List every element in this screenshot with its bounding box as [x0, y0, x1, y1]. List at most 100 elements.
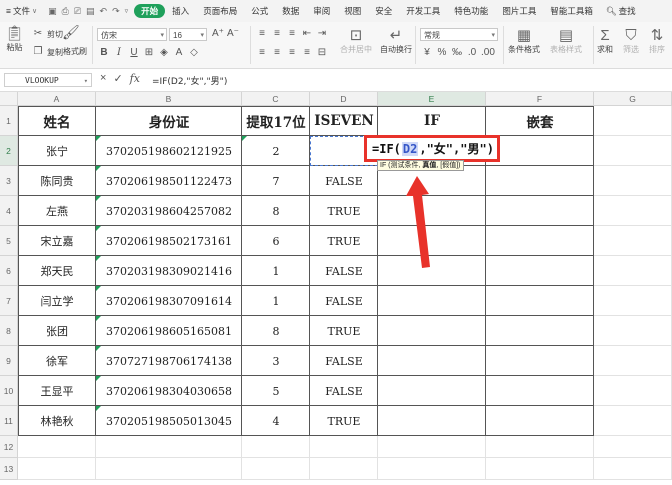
row-header-3[interactable]: 3: [0, 166, 18, 196]
align-center-icon[interactable]: ≡: [271, 47, 283, 59]
ribbon-tab[interactable]: 数据: [275, 5, 306, 17]
cell[interactable]: [96, 436, 242, 458]
table-cell[interactable]: 张宁: [18, 136, 96, 166]
clear-format-icon[interactable]: ◇: [188, 47, 200, 59]
cell[interactable]: [486, 436, 594, 458]
redo-icon[interactable]: ↷: [112, 6, 120, 17]
row-header-5[interactable]: 5: [0, 226, 18, 256]
table-cell[interactable]: 2: [242, 136, 310, 166]
formula-edit-box[interactable]: =IF(D2 ,"女","男"): [364, 135, 500, 162]
ribbon-tab[interactable]: 安全: [368, 5, 399, 17]
row-header-4[interactable]: 4: [0, 196, 18, 226]
row-header-6[interactable]: 6: [0, 256, 18, 286]
cell[interactable]: [96, 458, 242, 480]
fill-color-icon[interactable]: ◈: [158, 47, 170, 59]
paste-button[interactable]: 📋︎ 粘贴: [5, 25, 24, 53]
font-name-select[interactable]: 仿宋 ▾: [97, 28, 167, 41]
cell[interactable]: [378, 196, 486, 226]
save-icon[interactable]: ▣: [48, 6, 57, 17]
column-header-b[interactable]: B: [96, 92, 242, 106]
table-cell[interactable]: FALSE: [310, 286, 378, 316]
cell[interactable]: [310, 436, 378, 458]
cell[interactable]: [594, 458, 672, 480]
column-header-g[interactable]: G: [594, 92, 672, 106]
table-cell[interactable]: FALSE: [310, 346, 378, 376]
row-header-10[interactable]: 10: [0, 376, 18, 406]
table-cell[interactable]: FALSE: [310, 256, 378, 286]
table-cell[interactable]: 8: [242, 316, 310, 346]
currency-icon[interactable]: ¥: [421, 47, 433, 59]
cut-button[interactable]: ✂ 剪切: [32, 28, 63, 40]
cell[interactable]: [594, 196, 672, 226]
conditional-format-button[interactable]: ▦ 条件格式: [508, 27, 540, 55]
table-style-button[interactable]: ▤ 表格样式: [550, 27, 582, 55]
ribbon-tab[interactable]: 视图: [337, 5, 368, 17]
align-left-icon[interactable]: ≡: [256, 47, 268, 59]
cell[interactable]: [486, 406, 594, 436]
underline-icon[interactable]: U: [128, 47, 140, 59]
confirm-icon[interactable]: ✓: [113, 72, 122, 85]
bold-icon[interactable]: B: [98, 47, 110, 59]
ribbon-tab[interactable]: 智能工具箱: [543, 5, 600, 17]
sort-button[interactable]: ⇅ 排序: [649, 27, 665, 55]
print-icon[interactable]: ⎙: [62, 6, 69, 17]
row-header-7[interactable]: 7: [0, 286, 18, 316]
thousands-icon[interactable]: ‰: [451, 47, 463, 59]
table-cell[interactable]: 徐军: [18, 346, 96, 376]
table-cell[interactable]: 1: [242, 286, 310, 316]
table-cell[interactable]: 4: [242, 406, 310, 436]
ribbon-tab[interactable]: 图片工具: [495, 5, 543, 17]
formula-input[interactable]: =IF(D2,"女","男"): [152, 74, 227, 87]
cell[interactable]: [486, 316, 594, 346]
number-format-select[interactable]: 常规 ▾: [420, 28, 498, 41]
wrap-text-button[interactable]: ↵ 自动换行: [380, 27, 412, 55]
cell[interactable]: [594, 166, 672, 196]
header-cell[interactable]: 身份证: [96, 106, 242, 136]
table-cell[interactable]: 左燕: [18, 196, 96, 226]
ribbon-tab[interactable]: 开始: [134, 4, 166, 18]
column-header-c[interactable]: C: [242, 92, 310, 106]
cell[interactable]: [378, 226, 486, 256]
cell[interactable]: [486, 286, 594, 316]
format-painter-label-button[interactable]: 格式刷: [63, 46, 87, 57]
cell[interactable]: [594, 286, 672, 316]
cell[interactable]: [594, 436, 672, 458]
table-cell[interactable]: 3: [242, 346, 310, 376]
file-menu[interactable]: ≡ 文件 ∨: [0, 5, 42, 17]
row-header-11[interactable]: 11: [0, 406, 18, 436]
cell[interactable]: [378, 346, 486, 376]
table-cell[interactable]: 370205198505013045: [96, 406, 242, 436]
row-header-2[interactable]: 2: [0, 136, 18, 166]
table-cell[interactable]: 370206198605165081: [96, 316, 242, 346]
cancel-icon[interactable]: ×: [100, 72, 106, 85]
table-cell[interactable]: 王显平: [18, 376, 96, 406]
select-all-corner[interactable]: [0, 92, 18, 106]
justify-icon[interactable]: ≡: [301, 47, 313, 59]
cell[interactable]: [486, 256, 594, 286]
indent-decrease-icon[interactable]: ⇤: [301, 28, 313, 40]
ribbon-tab[interactable]: 插入: [165, 5, 196, 17]
table-cell[interactable]: 370206198502173161: [96, 226, 242, 256]
table-cell[interactable]: 郑天民: [18, 256, 96, 286]
cell[interactable]: [378, 376, 486, 406]
indent-increase-icon[interactable]: ⇥: [316, 28, 328, 40]
italic-icon[interactable]: I: [113, 47, 125, 59]
cell[interactable]: [378, 406, 486, 436]
cell[interactable]: [378, 458, 486, 480]
align-bottom-icon[interactable]: ≡: [286, 28, 298, 40]
cell[interactable]: [310, 458, 378, 480]
cell[interactable]: [242, 436, 310, 458]
decrease-decimal-icon[interactable]: .00: [481, 47, 495, 59]
align-middle-icon[interactable]: ≡: [271, 28, 283, 40]
ribbon-tab[interactable]: 公式: [244, 5, 275, 17]
table-cell[interactable]: 370206198307091614: [96, 286, 242, 316]
row-header-1[interactable]: 1: [0, 106, 18, 136]
format-painter-button[interactable]: 🖌︎: [62, 25, 80, 39]
cell[interactable]: [486, 196, 594, 226]
print-preview-icon[interactable]: ⎚: [74, 6, 81, 17]
border-icon[interactable]: ⊞: [143, 47, 155, 59]
column-header-f[interactable]: F: [486, 92, 594, 106]
decrease-font-icon[interactable]: A⁻: [227, 28, 239, 40]
cell[interactable]: [378, 436, 486, 458]
ribbon-tab[interactable]: 特色功能: [447, 5, 495, 17]
